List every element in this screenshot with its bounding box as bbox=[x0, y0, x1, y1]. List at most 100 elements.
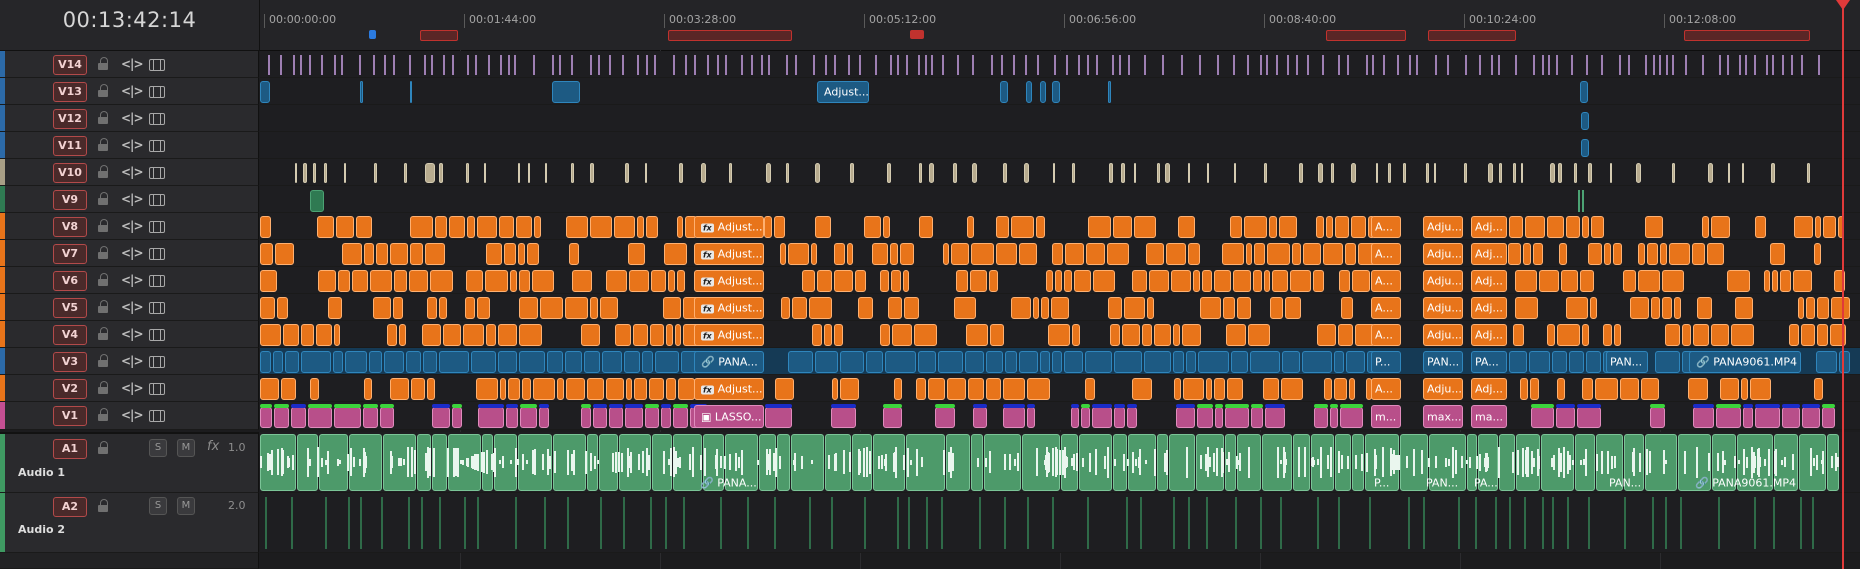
clip-adjustment[interactable] bbox=[518, 243, 525, 265]
clip-adjustment[interactable] bbox=[1188, 243, 1200, 265]
audio-waveform[interactable] bbox=[1107, 446, 1109, 478]
timeline-ruler[interactable]: 00:00:00:00 00:01:44:00 00:03:28:00 00:0… bbox=[260, 0, 1860, 51]
clip-v10[interactable] bbox=[850, 163, 854, 183]
clip-v1[interactable] bbox=[260, 407, 272, 428]
clip-v3[interactable] bbox=[1250, 351, 1280, 373]
clip-v1-track-strip[interactable] bbox=[1215, 404, 1223, 408]
clip-audio-a2[interactable] bbox=[864, 497, 866, 549]
audio-waveform[interactable] bbox=[943, 449, 945, 475]
clip-adjustment[interactable] bbox=[1132, 378, 1152, 400]
clip-v3[interactable] bbox=[1231, 351, 1248, 373]
clip-v3[interactable] bbox=[519, 351, 545, 373]
clip-audio-a2[interactable] bbox=[381, 497, 383, 549]
clip-adjustment[interactable] bbox=[1226, 324, 1246, 346]
clip-v10[interactable] bbox=[1488, 163, 1493, 183]
clip-audio-a2[interactable] bbox=[831, 497, 833, 549]
clip-v1[interactable] bbox=[935, 407, 955, 428]
lock-icon[interactable] bbox=[98, 138, 108, 151]
clip-adjustment[interactable] bbox=[628, 243, 645, 265]
clip-adjustment[interactable] bbox=[338, 270, 350, 292]
clip-v14-sliver[interactable] bbox=[673, 55, 675, 75]
audio-waveform[interactable] bbox=[1047, 451, 1049, 473]
clip-v14-sliver[interactable] bbox=[1409, 55, 1411, 75]
clip-v1-track-strip[interactable] bbox=[883, 404, 902, 408]
track-id-badge[interactable]: V4 bbox=[53, 325, 87, 345]
clip-audio-a2[interactable] bbox=[1524, 497, 1526, 549]
clip-adjustment[interactable] bbox=[1613, 243, 1622, 265]
clip-v8-b[interactable]: Adju... bbox=[1423, 216, 1463, 238]
clip-v1[interactable] bbox=[1650, 407, 1665, 428]
clip-audio-a2[interactable] bbox=[665, 497, 667, 549]
audio-waveform[interactable] bbox=[1398, 459, 1400, 465]
clip-adjustment[interactable] bbox=[364, 378, 372, 400]
clip-audio-a2[interactable] bbox=[1773, 497, 1775, 549]
clip-audio-a2[interactable] bbox=[809, 497, 811, 549]
clip-adjustment[interactable] bbox=[508, 378, 520, 400]
track-header-v4[interactable]: V4 <|> bbox=[0, 321, 259, 348]
clip-adjustment[interactable] bbox=[581, 324, 600, 346]
audio-waveform[interactable] bbox=[1757, 449, 1759, 475]
audio-waveform[interactable] bbox=[493, 452, 495, 472]
clip-audio-a2[interactable] bbox=[1509, 497, 1511, 549]
clip-v13[interactable] bbox=[1580, 81, 1588, 103]
clip-adjustment[interactable] bbox=[316, 324, 332, 346]
audio-waveform[interactable] bbox=[390, 450, 392, 474]
audio-waveform[interactable] bbox=[467, 457, 469, 467]
clip-v5-b[interactable]: Adju... bbox=[1423, 297, 1463, 319]
audio-waveform[interactable] bbox=[1285, 459, 1287, 465]
clip-v2-b[interactable]: Adju... bbox=[1423, 378, 1463, 400]
clip-adjustment[interactable] bbox=[1520, 378, 1528, 400]
clip-v2-a[interactable]: A... bbox=[1371, 378, 1401, 400]
clip-v14-sliver[interactable] bbox=[1515, 55, 1517, 75]
clip-audio-a2[interactable] bbox=[650, 497, 652, 549]
clip-audio-a2[interactable] bbox=[1317, 497, 1319, 549]
audio-waveform[interactable] bbox=[327, 450, 329, 474]
clip-v14-sliver[interactable] bbox=[1479, 55, 1481, 75]
lock-icon[interactable] bbox=[98, 165, 108, 178]
clip-v10[interactable] bbox=[1072, 163, 1075, 183]
clip-adjustment[interactable] bbox=[1108, 297, 1122, 319]
clip-adjustment[interactable] bbox=[486, 324, 496, 346]
clip-adjustment[interactable] bbox=[1539, 270, 1559, 292]
clip-adjustment[interactable] bbox=[1316, 216, 1324, 238]
clip-adjustment[interactable] bbox=[890, 243, 898, 265]
clip-v10[interactable] bbox=[1708, 163, 1713, 183]
clip-v10[interactable] bbox=[1331, 163, 1334, 183]
clip-v14-sliver[interactable] bbox=[646, 55, 648, 75]
clip-v3[interactable] bbox=[866, 351, 883, 373]
clip-v3[interactable] bbox=[1198, 351, 1229, 373]
clip-adjustment[interactable] bbox=[966, 324, 988, 346]
clip-v2-adjustment[interactable]: fx Adjust... bbox=[694, 378, 764, 400]
clip-v5-adjustment[interactable]: fx Adjust... bbox=[694, 297, 764, 319]
clip-audio-a2[interactable] bbox=[1718, 497, 1720, 549]
clip-adjustment[interactable] bbox=[1178, 216, 1195, 238]
clip-adjustment[interactable] bbox=[834, 324, 843, 346]
clip-v1-track-strip[interactable] bbox=[308, 404, 332, 408]
clip-v10[interactable] bbox=[919, 163, 922, 183]
clip-adjustment[interactable] bbox=[1048, 324, 1070, 346]
clip-v14-sliver[interactable] bbox=[475, 55, 477, 75]
audio-waveform[interactable] bbox=[1382, 447, 1384, 477]
clip-audio-a2[interactable] bbox=[544, 497, 546, 549]
fx-icon[interactable]: fx bbox=[207, 439, 219, 454]
clip-adjustment[interactable] bbox=[260, 324, 281, 346]
clip-adjustment[interactable] bbox=[1065, 243, 1084, 265]
clip-audio-a2[interactable] bbox=[1408, 497, 1410, 549]
clip-adjustment[interactable] bbox=[590, 216, 612, 238]
clip-v3[interactable] bbox=[624, 351, 640, 373]
clip-v3[interactable] bbox=[602, 351, 622, 373]
audio-waveform[interactable] bbox=[1746, 456, 1748, 468]
clip-v10[interactable] bbox=[1521, 163, 1523, 183]
timeline-lanes[interactable]: Adjust... fx Adjust... fx Adjust... fx Adju… bbox=[260, 50, 1860, 569]
clip-v1[interactable] bbox=[1003, 407, 1025, 428]
clip-v10[interactable] bbox=[645, 163, 647, 183]
clip-adjustment[interactable] bbox=[668, 270, 675, 292]
clip-audio-a2[interactable] bbox=[291, 497, 293, 549]
audio-waveform[interactable] bbox=[1283, 446, 1285, 478]
clip-v1[interactable] bbox=[1027, 407, 1035, 428]
clip-adjustment[interactable] bbox=[637, 216, 644, 238]
clip-audio-a2[interactable] bbox=[623, 497, 625, 549]
clip-adjustment[interactable] bbox=[393, 297, 403, 319]
clip-adjustment[interactable] bbox=[1731, 324, 1754, 346]
clip-v3[interactable] bbox=[301, 351, 331, 373]
